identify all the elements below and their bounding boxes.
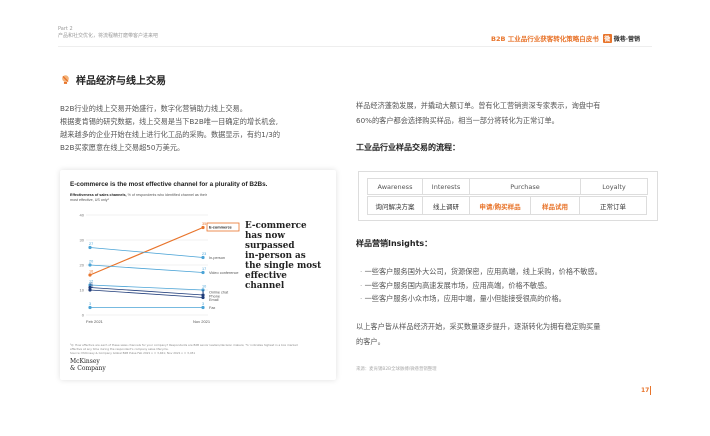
flow-step-row: 询问解决方案 线上调研 申请/购买样品 样品试用 正常订单 [367, 196, 649, 215]
logo-mark-icon: 微 [602, 33, 612, 43]
data-point [201, 270, 205, 275]
conclusion-line: 以上客户皆从样品经济开始，采买数量逐步提升，逐渐转化为拥有稳定购买量 [356, 322, 601, 331]
data-point [88, 273, 92, 277]
y-tick-label: 40 [80, 213, 85, 218]
series-label: Fax [209, 306, 215, 310]
flow-step-research: 线上调研 [422, 196, 470, 215]
right-line: 样品经济蓬勃发展，并撬动大额订单。曾有化工营销资深专家表示，询盘中有 [356, 101, 601, 110]
headline-line: channel [245, 281, 285, 291]
x-tick-label: Feb 2021 [86, 319, 104, 324]
part-label: Part 2 产品和社交优化，将流程精打磨带客户进来吧 [58, 26, 158, 40]
header-divider [58, 46, 652, 47]
insight-text: 一些客户服务国外大公司，货源保密，应用高端，线上采购，价格不敏感。 [364, 267, 602, 276]
data-label: 35 [202, 222, 206, 226]
right-line: 60%的客户都会选择购买样品，相当一部分将转化为正常订单。 [356, 115, 559, 125]
section-title: 样品经济与线上交易 [60, 72, 166, 87]
flow-step-inquiry: 询问解决方案 [367, 196, 423, 215]
figure-headline: E-commerce has now surpassed in-person a… [245, 221, 331, 291]
figure-footnote: ¹Q: How effective are each of these sale… [70, 343, 300, 355]
logo-text: 微巷·营销 [613, 35, 640, 43]
flow-header-interests: Interests [422, 178, 470, 195]
data-point [201, 293, 205, 297]
series-label: Video conference [209, 271, 238, 275]
series-line [89, 264, 204, 273]
data-label: 27 [89, 242, 93, 246]
series-line [89, 247, 204, 258]
data-point [201, 255, 205, 260]
mckinsey-figure: E-commerce is the most effective channel… [60, 170, 336, 380]
headline-line: the single most [245, 261, 322, 271]
data-label: 17 [202, 267, 206, 271]
data-label: 3 [202, 302, 204, 306]
data-label: 11 [89, 282, 93, 286]
footnote-line: ¹Q: How effective are each of these sale… [70, 343, 298, 351]
left-intro: B2B行业的线上交易开始盛行，数字化营销助力线上交易。 根据麦肯锡的研究数据，线… [60, 102, 330, 154]
source-note: 来源：麦肯锡B2B全球脉搏/微巷营销整理 [356, 367, 437, 372]
part-subtitle: 产品和社交优化，将流程精打磨带客户进来吧 [58, 33, 159, 39]
report-header: B2B 工业品行业获客转化策略白皮书 微 微巷·营销 [491, 33, 640, 43]
headline-line: effective [245, 271, 287, 281]
flow-header-row: Awareness Interests Purchase Loyalty [367, 178, 649, 195]
headline-line: E-commerce [245, 221, 307, 231]
page-number: 17 [641, 387, 650, 394]
y-tick-label: 10 [80, 288, 85, 293]
x-tick-label: Nov 2021 [193, 319, 211, 324]
data-point [88, 285, 92, 290]
flow-step-sample-request: 申请/购买样品 [469, 196, 531, 215]
insight-item: · 一些客户服务国内高速发展市场，应用高端，价格不敏感。 [360, 279, 602, 293]
headline-line: has now [245, 231, 285, 241]
right-intro: 样品经济蓬勃发展，并撬动大额订单。曾有化工营销资深专家表示，询盘中有 60%的客… [356, 99, 656, 128]
y-tick-label: 30 [80, 238, 85, 243]
left-line: B2B行业的线上交易开始盛行，数字化营销助力线上交易。 [60, 104, 247, 113]
insights-title: 样品营销Insights： [356, 239, 433, 248]
flow-step-order: 正常订单 [579, 196, 647, 215]
flow-header-loyalty: Loyalty [580, 178, 648, 195]
data-label: 10 [202, 285, 206, 289]
left-line: B2B买家愿意在线上交易超50万美元。 [60, 143, 185, 152]
flow-step-sample-trial: 样品试用 [530, 196, 580, 215]
data-point [201, 305, 205, 310]
y-tick-label: 20 [80, 263, 85, 268]
flow-header-purchase: Purchase [469, 178, 581, 195]
headline-line: surpassed [245, 241, 295, 251]
part-number: Part 2 [58, 26, 73, 32]
footnote-line: Source: McKinsey & Company Global B2B Pu… [70, 351, 196, 355]
conclusion: 以上客户皆从样品经济开始，采买数量逐步提升，逐渐转化为拥有稳定购买量 的客户。 [356, 320, 666, 349]
y-tick-label: 0 [82, 313, 85, 318]
purchase-flow-table: Awareness Interests Purchase Loyalty 询问解… [358, 171, 658, 221]
left-line: 根据麦肯锡的研究数据，线上交易是当下B2B唯一目确定的增长机会, [60, 117, 278, 126]
series-line [89, 284, 204, 291]
data-point [201, 225, 205, 230]
data-point [88, 305, 92, 310]
mckinsey-logo: McKinsey & Company [70, 358, 106, 372]
data-point [88, 263, 92, 267]
data-label: 16 [89, 270, 93, 274]
flow-title: 工业品行业样品交易的流程： [356, 143, 460, 152]
insight-text: 一些客户服务国内高速发展市场，应用高端，价格不敏感。 [364, 280, 552, 290]
insights-list: · 一些客户服务国外大公司，货源保密，应用高端，线上采购，价格不敏感。 · 一些… [360, 265, 602, 306]
insight-item: · 一些客户服务小众市场，应用中端，量小但能接受很高的价格。 [360, 292, 602, 306]
insight-text: 一些客户服务小众市场，应用中端，量小但能接受很高的价格。 [364, 294, 566, 303]
report-title: B2B 工业品行业获客转化策略白皮书 [491, 35, 599, 43]
headline-line: in-person as [245, 251, 306, 261]
data-label: 8 [202, 290, 204, 294]
page-number-bar [650, 386, 651, 395]
data-label: 3 [89, 302, 91, 306]
series-label: In-person [209, 256, 225, 260]
series-label: E-commerce [209, 225, 232, 229]
series-label: Email [209, 298, 219, 302]
data-label: 23 [202, 252, 206, 256]
left-line: 越来越多的企业开始在线上进行化工品的采购。数据显示，有约1/3的 [60, 130, 281, 139]
series-line [89, 226, 204, 276]
bulb-icon [62, 75, 69, 84]
insight-item: · 一些客户服务国外大公司，货源保密，应用高端，线上采购，价格不敏感。 [360, 265, 602, 279]
flow-header-awareness: Awareness [367, 178, 423, 195]
section-title-text: 样品经济与线上交易 [76, 76, 166, 87]
brand-logo: 微 微巷·营销 [602, 33, 640, 43]
data-label: 20 [89, 260, 93, 264]
data-point [88, 245, 92, 250]
brand-line: & Company [70, 364, 106, 372]
conclusion-line: 的客户。 [356, 336, 385, 346]
